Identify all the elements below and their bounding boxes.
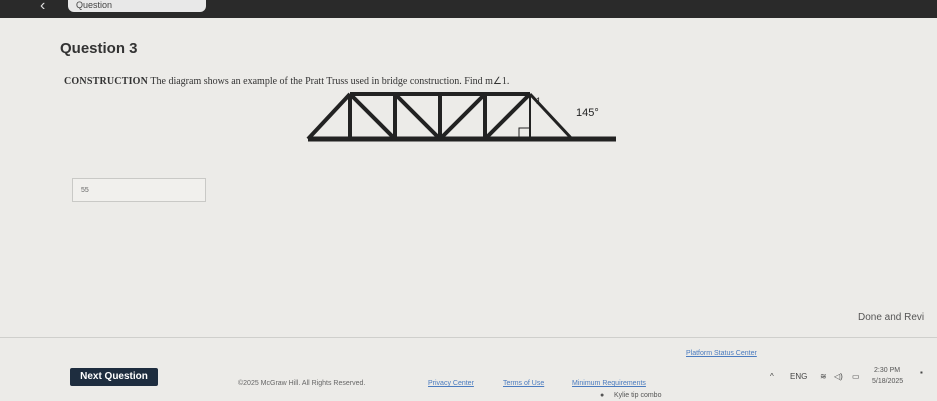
question-tab[interactable]: Question [68,0,206,12]
tray-chevron-icon[interactable]: ^ [770,372,774,381]
minimum-requirements-link[interactable]: Minimum Requirements [572,380,646,387]
angle-1-label: 1 [536,96,541,106]
next-question-button[interactable]: Next Question [70,368,158,386]
wifi-icon[interactable]: ≋ [820,372,827,381]
footer-divider [0,337,937,338]
taskbar-app-icon[interactable]: ● [600,392,604,399]
answer-input[interactable]: 55 [72,178,206,202]
clock-date[interactable]: 5/18/2025 [872,378,903,385]
privacy-center-link[interactable]: Privacy Center [428,380,474,387]
language-indicator[interactable]: ENG [790,372,807,381]
notification-icon[interactable]: ▪ [920,368,923,377]
back-arrow-icon[interactable]: ‹ [40,0,45,15]
volume-icon[interactable]: ◁) [834,372,843,381]
done-and-review-button[interactable]: Done and Revi [858,312,924,323]
browser-top-bar: ‹ Question [0,0,937,18]
terms-of-use-link[interactable]: Terms of Use [503,380,544,387]
angle-145-label: 145° [576,107,599,119]
question-heading: Question 3 [60,40,138,57]
pratt-truss-diagram: 1 145° [306,92,616,142]
copyright-text: ©2025 McGraw Hill. All Rights Reserved. [238,380,366,387]
platform-status-center-link[interactable]: Platform Status Center [686,350,757,357]
battery-icon[interactable]: ▭ [852,372,860,381]
prompt-keyword: CONSTRUCTION [64,76,149,87]
taskbar-app-label[interactable]: Kylie tip combo [614,392,661,399]
clock-time[interactable]: 2:30 PM [874,367,900,374]
